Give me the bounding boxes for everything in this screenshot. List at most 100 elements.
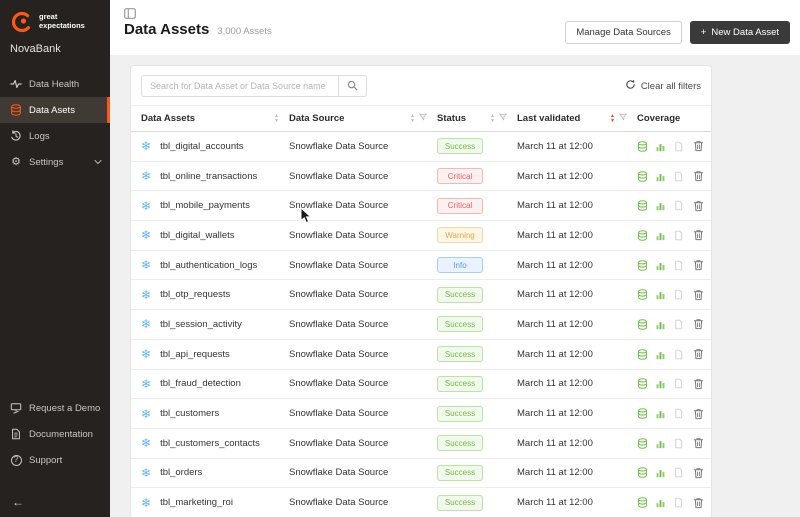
sidebar-item-request-demo[interactable]: Request a Demo — [0, 395, 110, 421]
docs-coverage-icon[interactable] — [673, 260, 684, 271]
trash-icon[interactable] — [693, 289, 704, 301]
metrics-coverage-icon[interactable] — [655, 378, 666, 389]
metrics-coverage-icon[interactable] — [655, 438, 666, 449]
table-coverage-icon[interactable] — [637, 349, 648, 360]
docs-coverage-icon[interactable] — [673, 378, 684, 389]
filter-icon[interactable] — [499, 113, 507, 124]
trash-icon[interactable] — [693, 408, 704, 420]
manage-data-sources-button[interactable]: Manage Data Sources — [565, 21, 682, 44]
asset-name[interactable]: tbl_otp_requests — [160, 289, 230, 300]
sidebar-item-logs[interactable]: Logs — [0, 123, 110, 149]
new-data-asset-button[interactable]: +New Data Asset — [690, 21, 790, 44]
asset-name[interactable]: tbl_mobile_payments — [160, 200, 250, 211]
docs-coverage-icon[interactable] — [673, 438, 684, 449]
column-header-data-assets[interactable]: Data Assets ▲▼ — [141, 113, 289, 124]
table-coverage-icon[interactable] — [637, 200, 648, 211]
column-header-last-validated[interactable]: Last validated ▲▼ — [517, 113, 637, 124]
table-row[interactable]: ❄ tbl_session_activity Snowflake Data So… — [131, 310, 711, 340]
sort-icon[interactable]: ▲▼ — [274, 114, 279, 124]
sidebar-item-data-assets[interactable]: Data Asets — [0, 97, 110, 123]
metrics-coverage-icon[interactable] — [655, 200, 666, 211]
metrics-coverage-icon[interactable] — [655, 260, 666, 271]
metrics-coverage-icon[interactable] — [655, 467, 666, 478]
column-header-status[interactable]: Status ▲▼ — [437, 113, 517, 124]
table-coverage-icon[interactable] — [637, 467, 648, 478]
table-coverage-icon[interactable] — [637, 438, 648, 449]
table-row[interactable]: ❄ tbl_digital_accounts Snowflake Data So… — [131, 132, 711, 162]
asset-name[interactable]: tbl_marketing_roi — [160, 497, 233, 508]
docs-coverage-icon[interactable] — [673, 230, 684, 241]
sidebar-item-support[interactable]: ? Support — [0, 447, 110, 473]
asset-name[interactable]: tbl_online_transactions — [160, 171, 257, 182]
docs-coverage-icon[interactable] — [673, 171, 684, 182]
docs-coverage-icon[interactable] — [673, 141, 684, 152]
docs-coverage-icon[interactable] — [673, 497, 684, 508]
table-row[interactable]: ❄ tbl_api_requests Snowflake Data Source… — [131, 340, 711, 370]
sidebar-item-documentation[interactable]: Documentation — [0, 421, 110, 447]
clear-all-filters-button[interactable]: Clear all filters — [625, 79, 701, 93]
table-coverage-icon[interactable] — [637, 408, 648, 419]
trash-icon[interactable] — [693, 378, 704, 390]
table-row[interactable]: ❄ tbl_otp_requests Snowflake Data Source… — [131, 280, 711, 310]
table-row[interactable]: ❄ tbl_mobile_payments Snowflake Data Sou… — [131, 191, 711, 221]
asset-name[interactable]: tbl_digital_accounts — [160, 141, 243, 152]
table-coverage-icon[interactable] — [637, 260, 648, 271]
asset-name[interactable]: tbl_session_activity — [160, 319, 242, 330]
trash-icon[interactable] — [693, 170, 704, 182]
table-row[interactable]: ❄ tbl_marketing_roi Snowflake Data Sourc… — [131, 488, 711, 517]
trash-icon[interactable] — [693, 497, 704, 509]
table-coverage-icon[interactable] — [637, 378, 648, 389]
metrics-coverage-icon[interactable] — [655, 141, 666, 152]
trash-icon[interactable] — [693, 318, 704, 330]
search-button[interactable] — [339, 75, 367, 97]
asset-name[interactable]: tbl_api_requests — [160, 349, 230, 360]
docs-coverage-icon[interactable] — [673, 349, 684, 360]
table-coverage-icon[interactable] — [637, 141, 648, 152]
table-row[interactable]: ❄ tbl_digital_wallets Snowflake Data Sou… — [131, 221, 711, 251]
docs-coverage-icon[interactable] — [673, 289, 684, 300]
column-header-data-source[interactable]: Data Source ▲▼ — [289, 113, 437, 124]
docs-coverage-icon[interactable] — [673, 408, 684, 419]
docs-coverage-icon[interactable] — [673, 467, 684, 478]
table-row[interactable]: ❄ tbl_orders Snowflake Data Source Succe… — [131, 459, 711, 489]
trash-icon[interactable] — [693, 200, 704, 212]
table-row[interactable]: ❄ tbl_customers_contacts Snowflake Data … — [131, 429, 711, 459]
table-coverage-icon[interactable] — [637, 171, 648, 182]
metrics-coverage-icon[interactable] — [655, 171, 666, 182]
metrics-coverage-icon[interactable] — [655, 349, 666, 360]
sort-icon[interactable]: ▲▼ — [490, 114, 495, 124]
collapse-sidebar-icon[interactable]: ← — [12, 495, 24, 509]
sort-icon-active[interactable]: ▲▼ — [610, 114, 615, 124]
trash-icon[interactable] — [693, 140, 704, 152]
docs-coverage-icon[interactable] — [673, 319, 684, 330]
sidebar-item-settings[interactable]: ⚙ Settings — [0, 149, 110, 175]
table-row[interactable]: ❄ tbl_online_transactions Snowflake Data… — [131, 162, 711, 192]
metrics-coverage-icon[interactable] — [655, 230, 666, 241]
table-coverage-icon[interactable] — [637, 230, 648, 241]
trash-icon[interactable] — [693, 229, 704, 241]
trash-icon[interactable] — [693, 467, 704, 479]
filter-icon[interactable] — [619, 113, 627, 124]
table-row[interactable]: ❄ tbl_authentication_logs Snowflake Data… — [131, 251, 711, 281]
trash-icon[interactable] — [693, 259, 704, 271]
table-coverage-icon[interactable] — [637, 497, 648, 508]
table-row[interactable]: ❄ tbl_customers Snowflake Data Source Su… — [131, 399, 711, 429]
asset-name[interactable]: tbl_fraud_detection — [160, 378, 241, 389]
filter-icon[interactable] — [419, 113, 427, 124]
asset-name[interactable]: tbl_orders — [160, 467, 202, 478]
docs-coverage-icon[interactable] — [673, 200, 684, 211]
sidebar-item-data-health[interactable]: Data Health — [0, 71, 110, 97]
trash-icon[interactable] — [693, 348, 704, 360]
sort-icon[interactable]: ▲▼ — [410, 114, 415, 124]
trash-icon[interactable] — [693, 437, 704, 449]
metrics-coverage-icon[interactable] — [655, 408, 666, 419]
asset-name[interactable]: tbl_digital_wallets — [160, 230, 234, 241]
metrics-coverage-icon[interactable] — [655, 497, 666, 508]
asset-name[interactable]: tbl_authentication_logs — [160, 260, 257, 271]
search-input[interactable] — [141, 75, 339, 97]
asset-name[interactable]: tbl_customers — [160, 408, 219, 419]
table-row[interactable]: ❄ tbl_fraud_detection Snowflake Data Sou… — [131, 370, 711, 400]
metrics-coverage-icon[interactable] — [655, 289, 666, 300]
asset-name[interactable]: tbl_customers_contacts — [160, 438, 260, 449]
metrics-coverage-icon[interactable] — [655, 319, 666, 330]
